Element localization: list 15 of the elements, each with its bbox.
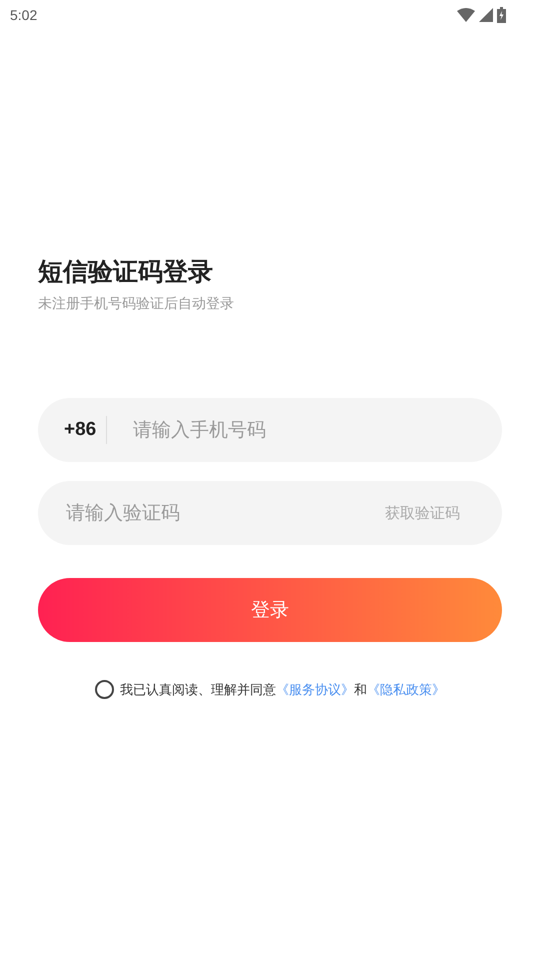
phone-input-field[interactable]: +86 请输入手机号码 xyxy=(38,398,502,462)
status-time: 5:02 xyxy=(10,7,38,23)
page-subtitle: 未注册手机号码验证后自动登录 xyxy=(38,295,235,314)
get-code-button[interactable]: 获取验证码 xyxy=(385,504,460,522)
code-input-field[interactable]: 请输入验证码 获取验证码 xyxy=(38,481,502,545)
country-code[interactable]: +86 xyxy=(64,419,96,441)
login-button[interactable]: 登录 xyxy=(38,578,502,642)
agreement-checkbox[interactable] xyxy=(95,680,114,699)
agreement-link[interactable]: 《服务协议》 xyxy=(276,682,354,698)
wifi-icon xyxy=(457,8,475,22)
page-title: 短信验证码登录 xyxy=(38,256,214,288)
agreement-text: 我已认真阅读、理解并同意《服务协议》和《隐私政策》 xyxy=(120,682,445,698)
agreement-link[interactable]: 《隐私政策》 xyxy=(367,682,445,698)
battery-icon xyxy=(497,7,506,23)
signal-icon xyxy=(479,8,493,22)
